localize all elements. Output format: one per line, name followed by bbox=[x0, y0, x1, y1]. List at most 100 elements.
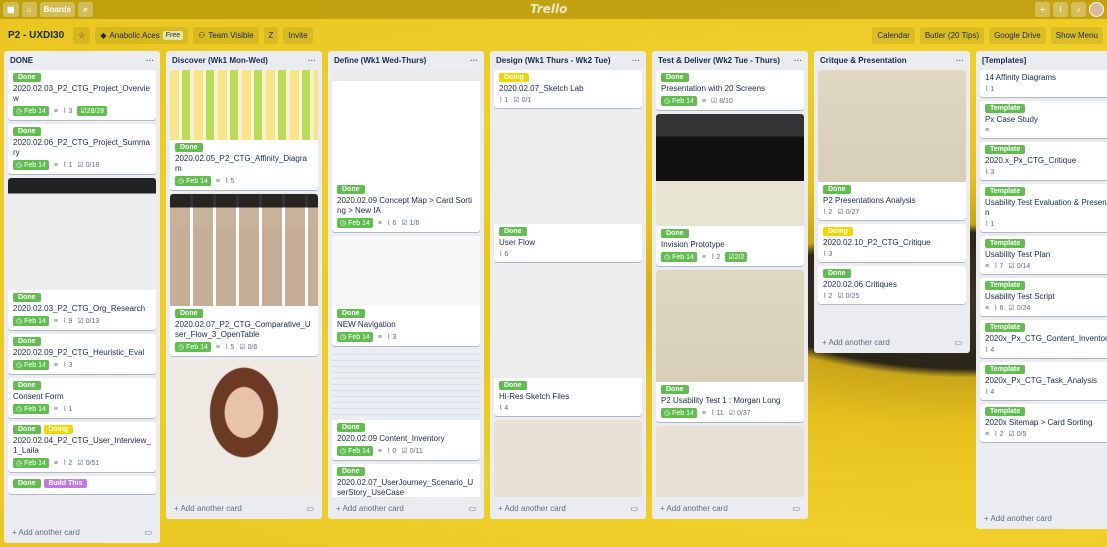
card-label[interactable]: Done bbox=[337, 423, 365, 432]
add-card-button[interactable]: + Add another card▭ bbox=[976, 507, 1107, 529]
card[interactable]: Done P2 Usability Test 1 : Morgan Long ◷ Fe… bbox=[656, 270, 804, 422]
card-label[interactable]: Template bbox=[985, 281, 1026, 290]
card[interactable]: Template Usability Test Evaluation & Pres… bbox=[980, 184, 1107, 232]
list-header[interactable]: Define (Wk1 Wed-Thurs) ··· bbox=[328, 51, 484, 70]
card-label[interactable]: Build This bbox=[43, 479, 88, 488]
board-title[interactable]: P2 - UXDI30 bbox=[4, 30, 68, 41]
list-header[interactable]: Design (Wk1 Thurs - Wk2 Tue) ··· bbox=[490, 51, 646, 70]
due-date-badge[interactable]: ◷ Feb 14 bbox=[13, 160, 49, 170]
card-label[interactable]: Done bbox=[337, 309, 365, 318]
boards-button[interactable]: Boards bbox=[39, 2, 76, 17]
card-label[interactable]: Done bbox=[661, 385, 689, 394]
due-date-badge[interactable]: ◷ Feb 14 bbox=[13, 316, 49, 326]
card[interactable]: Done 2020.02.09_P2_CTG_Heuristic_Eval ◷ Feb… bbox=[8, 334, 156, 374]
card[interactable]: Done 2020.02.06 Critiques ⌇ 2 ☑ 0/25 bbox=[818, 266, 966, 304]
card[interactable]: Done User Flow ⌇ 6 bbox=[494, 112, 642, 262]
due-date-badge[interactable]: ◷ Feb 14 bbox=[337, 446, 373, 456]
apps-icon[interactable]: ▦ bbox=[3, 2, 19, 17]
card[interactable]: Done 2020.02.07_P2_CTG_Comparative_User_F… bbox=[170, 194, 318, 356]
invite-button[interactable]: Invite bbox=[283, 26, 313, 44]
card[interactable]: Doing 2020.02.07_Sketch Lab ⌇ 1 ☑ 0/1 bbox=[494, 70, 642, 108]
card[interactable]: Done 2020.02.05_P2_CTG_Affinity_Diagram ◷ F… bbox=[170, 70, 318, 190]
card[interactable]: Done Hi-Res Sketch Files ⌇ 4 bbox=[494, 266, 642, 416]
template-icon[interactable]: ▭ bbox=[306, 504, 314, 513]
template-icon[interactable]: ▭ bbox=[630, 504, 638, 513]
list-header[interactable]: [Templates]··· bbox=[976, 51, 1107, 70]
card-label[interactable]: Template bbox=[985, 323, 1026, 332]
card-label[interactable]: Done bbox=[661, 73, 689, 82]
star-icon[interactable]: ☆ bbox=[73, 26, 91, 44]
home-icon[interactable]: ⌂ bbox=[21, 2, 37, 17]
list-menu-icon[interactable]: ··· bbox=[956, 56, 964, 65]
board-action-1[interactable]: Butler (20 Tips) bbox=[919, 26, 985, 44]
trello-logo[interactable]: Trello bbox=[530, 2, 567, 16]
add-card-button[interactable]: + Add another card▭ bbox=[652, 497, 808, 519]
card-label[interactable]: Done bbox=[175, 309, 203, 318]
card[interactable]: Done 2020.02.09 Concept Map > Card Sortin… bbox=[332, 70, 480, 232]
list-menu-icon[interactable]: ··· bbox=[308, 56, 316, 65]
add-card-button[interactable]: + Add another card▭ bbox=[328, 497, 484, 519]
due-date-badge[interactable]: ◷ Feb 14 bbox=[13, 360, 49, 370]
card-label[interactable]: Done bbox=[823, 269, 851, 278]
due-date-badge[interactable]: ◷ Feb 14 bbox=[661, 252, 697, 262]
template-icon[interactable]: ▭ bbox=[954, 338, 962, 347]
card[interactable]: Doing 2020.02.10_P2_CTG_Critique ⌇ 3 bbox=[818, 224, 966, 262]
card-label[interactable]: Done bbox=[13, 425, 41, 434]
list-header[interactable]: DONE ··· bbox=[4, 51, 160, 70]
add-icon[interactable]: + bbox=[1035, 2, 1050, 17]
due-date-badge[interactable]: ◷ Feb 14 bbox=[13, 458, 49, 468]
card-label[interactable]: Template bbox=[985, 145, 1026, 154]
card[interactable]: Template 2020x Sitemap > Card Sorting ≡ ⌇ 2 ☑… bbox=[980, 404, 1107, 442]
card-label[interactable]: Done bbox=[823, 185, 851, 194]
list-menu-icon[interactable]: ··· bbox=[794, 56, 802, 65]
card-label[interactable]: Done bbox=[499, 227, 527, 236]
add-card-button[interactable]: + Add another card▭ bbox=[4, 521, 160, 543]
board-action-2[interactable]: Google Drive bbox=[989, 26, 1046, 44]
card-label[interactable]: Template bbox=[985, 407, 1026, 416]
card[interactable]: Done2020.02.06_P2_CTG_Persona◷Feb 14≡⌇4☑… bbox=[170, 360, 318, 497]
card-label[interactable]: Done bbox=[13, 127, 41, 136]
list-header[interactable]: Test & Deliver (Wk2 Tue - Thurs) ··· bbox=[652, 51, 808, 70]
template-icon[interactable]: ▭ bbox=[468, 504, 476, 513]
user-avatar[interactable] bbox=[1089, 2, 1104, 17]
template-icon[interactable]: ▭ bbox=[144, 528, 152, 537]
due-date-badge[interactable]: ◷ Feb 14 bbox=[661, 96, 697, 106]
card[interactable]: Template Usability Test Plan ≡ ⌇ 7 ☑ 0/14 bbox=[980, 236, 1107, 274]
card-label[interactable]: Done bbox=[337, 467, 365, 476]
list-header[interactable]: Discover (Wk1 Mon-Wed) ··· bbox=[166, 51, 322, 70]
template-icon[interactable]: ▭ bbox=[792, 504, 800, 513]
card-label[interactable]: Done bbox=[13, 337, 41, 346]
info-icon[interactable]: i bbox=[1053, 2, 1068, 17]
add-card-button[interactable]: + Add another card▭ bbox=[166, 497, 322, 519]
due-date-badge[interactable]: ◷ Feb 14 bbox=[661, 408, 697, 418]
card[interactable]: Done Invision Prototype ◷ Feb 14 ≡ ⌇ 2 ☑2/2 bbox=[656, 114, 804, 266]
card-label[interactable]: Doing bbox=[499, 73, 529, 82]
search-icon[interactable]: ⌕ bbox=[78, 2, 94, 17]
card[interactable]: Done 2020.02.09 Content_Inventory ◷ Feb 14 ≡… bbox=[332, 350, 480, 460]
card-label[interactable]: Template bbox=[985, 239, 1026, 248]
due-date-badge[interactable]: ◷ Feb 14 bbox=[337, 218, 373, 228]
card-label[interactable]: Done bbox=[661, 229, 689, 238]
card[interactable] bbox=[656, 426, 804, 497]
due-date-badge[interactable]: ◷ Feb 14 bbox=[175, 342, 211, 352]
list-menu-icon[interactable]: ··· bbox=[632, 56, 640, 65]
card[interactable]: Done Doing 2020.02.04_P2_CTG_User_Intervie… bbox=[8, 422, 156, 472]
card[interactable]: Done 2020.02.03_P2_CTG_Org_Research ◷ Feb 1… bbox=[8, 178, 156, 330]
card-label[interactable]: Done bbox=[13, 479, 41, 488]
card[interactable]: Done 2020.02.03_P2_CTG_Project_Overview ◷ F… bbox=[8, 70, 156, 120]
card[interactable]: Done NEW Navigation ◷ Feb 14 ≡ ⌇ 3 bbox=[332, 236, 480, 346]
card[interactable]: Done P2 Presentations Analysis ⌇ 2 ☑ 0/27 bbox=[818, 70, 966, 220]
card-label[interactable]: Doing bbox=[823, 227, 853, 236]
card-label[interactable]: Done bbox=[175, 143, 203, 152]
card-label[interactable]: Template bbox=[985, 104, 1026, 113]
card-label[interactable]: Done bbox=[337, 185, 365, 194]
card-label[interactable]: Done bbox=[13, 293, 41, 302]
card[interactable]: Template Usability Test Script ≡ ⌇ 6 ☑ 0/24 bbox=[980, 278, 1107, 316]
card[interactable]: Done 2020.02.07_UserJourney_Scenario_User… bbox=[332, 464, 480, 497]
due-date-badge[interactable]: ◷ Feb 14 bbox=[13, 404, 49, 414]
card-label[interactable]: Done bbox=[13, 73, 41, 82]
card[interactable]: Template 2020x_Px_CTG_Task_Analysis ⌇ 4 bbox=[980, 362, 1107, 400]
card[interactable]: Template 2020.x_Px_CTG_Critique ⌇ 3 bbox=[980, 142, 1107, 180]
card[interactable] bbox=[494, 420, 642, 497]
due-date-badge[interactable]: ◷ Feb 14 bbox=[337, 332, 373, 342]
